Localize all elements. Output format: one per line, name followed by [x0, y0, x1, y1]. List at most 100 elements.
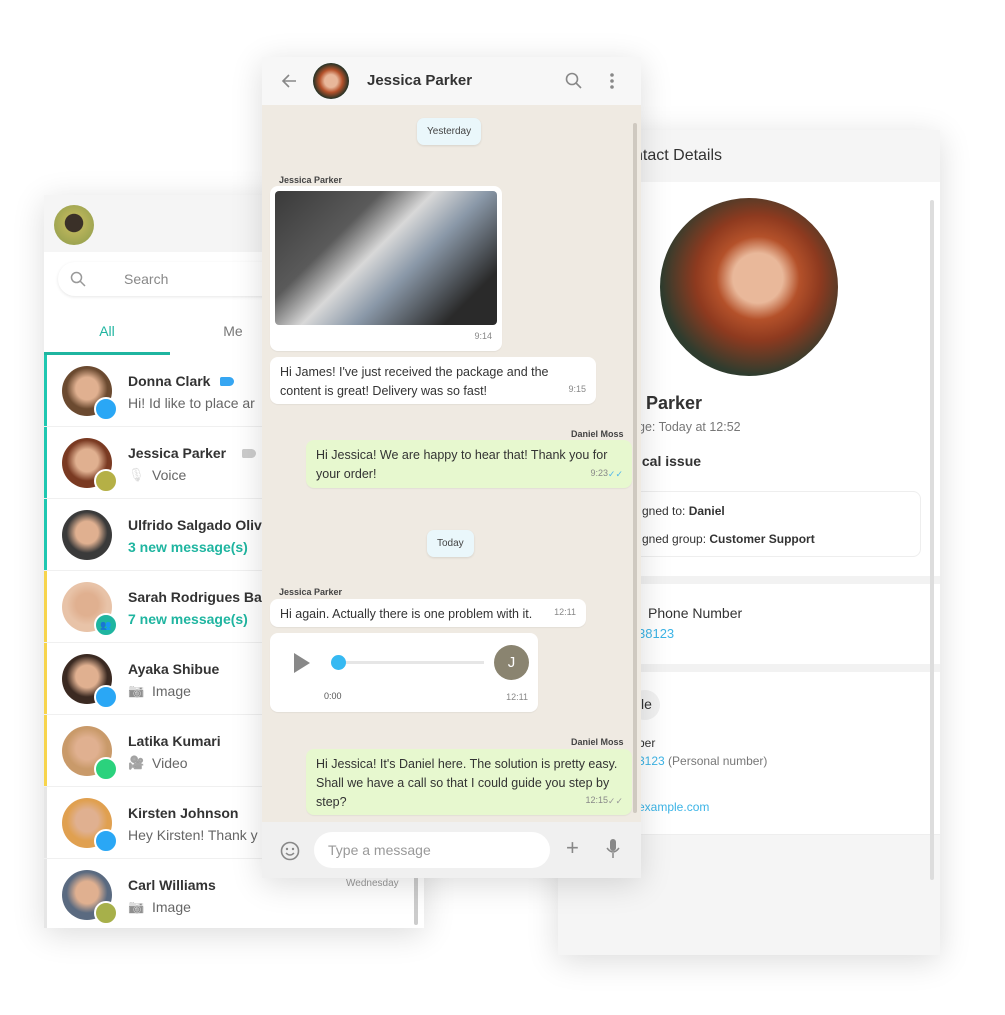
contact-avatar — [62, 510, 112, 560]
message-time: 9:23 — [590, 468, 608, 478]
assigned-group-label: gned group: — [642, 532, 710, 546]
status-bar — [44, 355, 47, 426]
personal-number-link[interactable]: 3123 — [638, 754, 665, 768]
message-text: Hi again. Actually there is one problem … — [280, 607, 533, 621]
message-time: 12:11 — [554, 607, 576, 617]
message-sender: Daniel Moss — [571, 737, 624, 747]
assigned-to: gned to: Daniel — [642, 504, 725, 518]
contact-details-title: ntact Details — [634, 147, 723, 164]
contact-name: Carl Williams — [128, 877, 216, 893]
contact-name: Ayaka Shibue — [128, 661, 220, 677]
voice-progress-handle[interactable] — [331, 655, 346, 670]
assignment-card: gned to: Daniel gned group: Customer Sup… — [598, 491, 921, 557]
message-sender: Daniel Moss — [571, 429, 624, 439]
message-preview: 7 new message(s) — [128, 611, 248, 627]
agent-badge — [94, 685, 118, 709]
profile-section-title: le — [641, 696, 652, 712]
last-message-time: Wednesday — [346, 878, 399, 889]
group-icon: 👥 — [94, 613, 118, 637]
voice-sender-avatar: J — [494, 645, 529, 680]
message-preview: Voice — [152, 467, 187, 483]
contact-name: Jessica Parker — [128, 445, 227, 461]
more-options-icon[interactable] — [609, 72, 615, 90]
message-text: Hi James! I've just received the package… — [280, 365, 549, 398]
scrollbar[interactable] — [633, 123, 637, 813]
message-bubble: Hi James! I've just received the package… — [270, 357, 596, 404]
status-bar — [44, 427, 47, 498]
status-bar — [44, 787, 47, 858]
contact-name: Latika Kumari — [128, 733, 221, 749]
contact-name: Ulfrido Salgado Oliv — [128, 517, 262, 533]
delivered-check-icon: ✓✓ — [607, 796, 623, 806]
message-sender: Jessica Parker — [279, 587, 343, 597]
attach-plus-icon[interactable]: + — [566, 836, 579, 860]
message-preview: Hey Kirsten! Thank y — [128, 827, 258, 843]
email-link[interactable]: example.com — [638, 800, 709, 814]
phone-link[interactable]: 38123 — [638, 626, 674, 641]
microphone-icon[interactable] — [606, 839, 620, 859]
contact-name: Sarah Rodrigues Ba — [128, 589, 262, 605]
date-chip: Today — [427, 530, 474, 557]
back-arrow-icon[interactable] — [281, 73, 297, 89]
contact-name: Kirsten Johnson — [128, 805, 239, 821]
search-placeholder: Search — [124, 271, 169, 287]
read-check-icon: ✓✓ — [607, 469, 623, 479]
contact-avatar[interactable] — [313, 63, 349, 99]
image-message[interactable]: 9:14 — [270, 186, 502, 351]
message-text: Hi Jessica! It's Daniel here. The soluti… — [316, 757, 618, 809]
message-preview: Image — [152, 683, 191, 699]
personal-number: 3123 (Personal number) — [638, 754, 767, 768]
agent-badge — [94, 397, 118, 421]
message-preview: 3 new message(s) — [128, 539, 248, 555]
message-time: 9:15 — [568, 384, 586, 394]
composer: Type a message + — [262, 822, 641, 878]
video-icon: 🎥 — [128, 755, 145, 770]
tab-all[interactable]: All — [44, 308, 170, 355]
message-input-placeholder: Type a message — [328, 842, 431, 858]
scrollbar[interactable] — [414, 875, 418, 925]
chat-contact-name: Jessica Parker — [367, 72, 473, 89]
status-bar — [44, 571, 47, 642]
search-icon — [70, 271, 86, 287]
play-icon[interactable] — [294, 653, 310, 673]
search-icon[interactable] — [565, 72, 582, 89]
camera-icon: 📷 — [128, 683, 145, 698]
scrollbar[interactable] — [930, 200, 934, 880]
agent-badge — [94, 829, 118, 853]
contact-name: Parker — [646, 393, 703, 413]
message-sender: Jessica Parker — [279, 175, 343, 185]
message-time: 9:14 — [474, 331, 492, 341]
blue-label-icon[interactable] — [219, 377, 234, 386]
agent-badge — [94, 469, 118, 493]
emoji-icon[interactable] — [280, 841, 300, 861]
message-preview: Video — [152, 755, 188, 771]
status-bar — [44, 499, 47, 570]
voice-progress-track[interactable] — [334, 661, 484, 664]
status-bar — [44, 643, 47, 714]
agent-badge — [94, 757, 118, 781]
chat-header: Jessica Parker — [262, 57, 641, 105]
message-bubble: Hi Jessica! We are happy to hear that! T… — [306, 440, 632, 488]
assigned-to-value: Daniel — [688, 504, 725, 518]
chat-panel: Jessica Parker Yesterday Jessica Parker … — [262, 57, 641, 878]
message-input[interactable]: Type a message — [314, 832, 550, 868]
personal-number-note: (Personal number) — [668, 754, 768, 768]
status-bar — [44, 715, 47, 786]
message-bubble: Hi again. Actually there is one problem … — [270, 599, 586, 627]
message-text: Hi Jessica! We are happy to hear that! T… — [316, 448, 608, 481]
camera-icon: 📷 — [128, 899, 145, 914]
gray-label-icon[interactable] — [242, 449, 257, 458]
message-time: 12:11 — [506, 692, 528, 702]
message-time: 12:15 — [585, 795, 608, 805]
assigned-group: gned group: Customer Support — [642, 532, 815, 546]
message-preview: Image — [152, 899, 191, 915]
date-chip: Yesterday — [417, 118, 482, 145]
user-avatar[interactable] — [54, 205, 94, 245]
assigned-group-value: Customer Support — [709, 532, 815, 546]
last-message-time: ge: Today at 12:52 — [638, 420, 741, 434]
voice-message: 0:00 J 12:11 — [270, 633, 538, 712]
message-image[interactable] — [275, 191, 497, 325]
conversation-topic: ical issue — [638, 453, 702, 469]
microphone-icon: 🎙 — [128, 467, 145, 482]
message-preview: Hi! Id like to place ar — [128, 395, 255, 411]
